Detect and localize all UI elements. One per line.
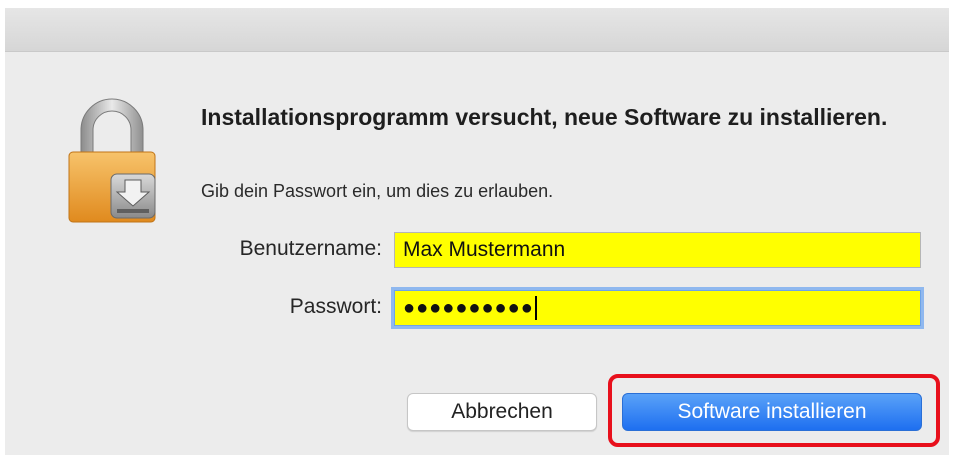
dialog-headline: Installationsprogramm versucht, neue Sof… [201,104,888,130]
text-cursor [534,296,537,321]
cancel-button[interactable]: Abbrechen [407,393,597,431]
title-bar [5,8,949,52]
install-software-button[interactable]: Software installieren [622,393,922,431]
username-value: Max Mustermann [403,238,566,261]
password-value: ●●●●●●●●●● [403,297,534,319]
password-label: Passwort: [289,295,382,318]
username-field[interactable]: Max Mustermann [394,232,921,268]
username-label: Benutzername: [239,237,382,260]
password-field[interactable]: ●●●●●●●●●● [394,290,921,326]
authorization-dialog: Installationsprogramm versucht, neue Sof… [5,8,949,455]
dialog-subtext: Gib dein Passwort ein, um dies zu erlaub… [201,181,554,201]
lock-install-icon [68,98,156,223]
